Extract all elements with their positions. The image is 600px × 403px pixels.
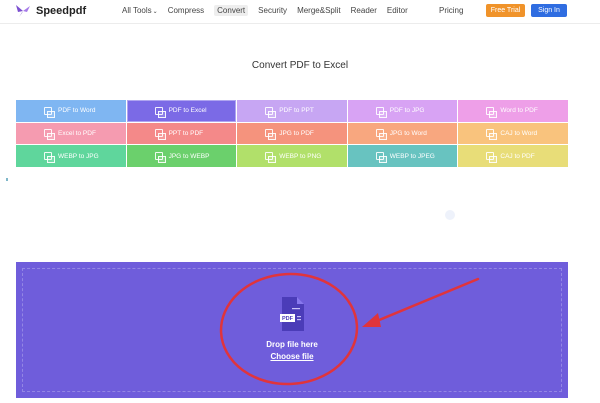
tool-tile-label: JPG to WEBP xyxy=(168,152,210,160)
document-icon xyxy=(44,129,55,141)
nav-all-tools[interactable]: All Tools⌄ xyxy=(122,6,158,16)
brand-logo[interactable]: Speedpdf xyxy=(14,4,86,18)
decor-circle xyxy=(445,210,455,220)
decor-dot xyxy=(6,178,8,181)
nav-editor[interactable]: Editor xyxy=(387,6,408,16)
document-icon xyxy=(154,152,166,164)
free-trial-button[interactable]: Free Trial xyxy=(486,4,525,17)
nav-links: All Tools⌄ Compress Convert Security Mer… xyxy=(122,5,418,16)
nav-merge-split[interactable]: Merge&Split xyxy=(297,6,341,16)
tool-tile[interactable]: CAJ to PDF xyxy=(458,145,568,167)
document-icon xyxy=(44,106,55,118)
sign-in-button[interactable]: Sign In xyxy=(531,4,567,17)
tool-tile-label: PPT to PDF xyxy=(168,129,204,137)
tool-tile[interactable]: JPG to WEBP xyxy=(126,145,237,167)
pdf-file-icon[interactable]: PDF xyxy=(280,297,304,331)
tool-tile-label: Excel to PDF xyxy=(58,129,96,137)
document-icon xyxy=(486,129,498,141)
tool-tile[interactable]: WEBP to JPEG xyxy=(347,145,458,167)
tool-tile[interactable]: PDF to PPT xyxy=(237,100,347,122)
tool-tile[interactable]: WEBP to PNG xyxy=(237,145,347,167)
tool-tile-label: PDF to Word xyxy=(58,107,96,115)
tool-tile[interactable]: PDF to Excel xyxy=(126,100,237,122)
nav-security[interactable]: Security xyxy=(258,6,287,16)
document-icon xyxy=(375,129,387,141)
tool-tile-label: WEBP to PNG xyxy=(279,152,322,160)
butterfly-logo-icon xyxy=(16,5,30,17)
document-icon xyxy=(486,106,498,118)
tool-tile-label: PDF to Excel xyxy=(168,107,207,115)
chevron-down-icon: ⌄ xyxy=(152,9,158,15)
tool-tile[interactable]: JPG to PDF xyxy=(237,122,347,145)
tool-tile-label: JPG to Word xyxy=(389,129,427,137)
choose-file-link[interactable]: Choose file xyxy=(0,352,584,361)
document-icon xyxy=(265,129,277,141)
document-icon xyxy=(375,106,387,118)
tool-tile[interactable]: PDF to Word xyxy=(16,100,126,122)
tool-tile-label: CAJ to PDF xyxy=(500,152,535,160)
tool-tile[interactable]: PPT to PDF xyxy=(126,122,237,145)
tool-grid: PDF to Word PDF to Excel PDF to PPT PDF to … xyxy=(16,100,568,167)
nav-compress[interactable]: Compress xyxy=(168,6,204,16)
nav-pricing[interactable]: Pricing xyxy=(439,6,463,15)
tool-tile[interactable]: PDF to JPG xyxy=(347,100,458,122)
top-navbar: Speedpdf All Tools⌄ Compress Convert Sec… xyxy=(0,0,600,24)
page-title: Convert PDF to Excel xyxy=(251,60,349,71)
tool-tile[interactable]: CAJ to Word xyxy=(458,122,568,145)
document-icon xyxy=(265,106,277,118)
tool-tile-label: PDF to PPT xyxy=(279,107,314,115)
document-icon xyxy=(486,152,498,164)
drop-file-label: Drop file here xyxy=(266,340,318,349)
pdf-label: PDF xyxy=(282,316,294,322)
tool-tile-label: JPG to PDF xyxy=(279,129,314,137)
document-icon xyxy=(44,152,55,164)
tool-tile-label: WEBP to JPG xyxy=(58,152,99,160)
brand-name: Speedpdf xyxy=(36,5,87,17)
document-icon xyxy=(265,152,277,164)
tool-tile-label: PDF to JPG xyxy=(389,107,425,115)
tool-tile[interactable]: JPG to Word xyxy=(347,122,458,145)
document-icon xyxy=(375,152,387,164)
tool-tile-label: Word to PDF xyxy=(500,107,538,115)
tool-tile[interactable]: Word to PDF xyxy=(458,100,568,122)
tool-tile-label: CAJ to Word xyxy=(500,129,538,137)
tool-tile[interactable]: WEBP to JPG xyxy=(16,145,126,167)
nav-convert[interactable]: Convert xyxy=(214,5,249,16)
document-icon xyxy=(154,106,166,118)
tool-tile-label: WEBP to JPEG xyxy=(389,152,435,160)
tool-tile[interactable]: Excel to PDF xyxy=(16,122,126,145)
nav-reader[interactable]: Reader xyxy=(351,6,377,16)
document-icon xyxy=(154,129,166,141)
